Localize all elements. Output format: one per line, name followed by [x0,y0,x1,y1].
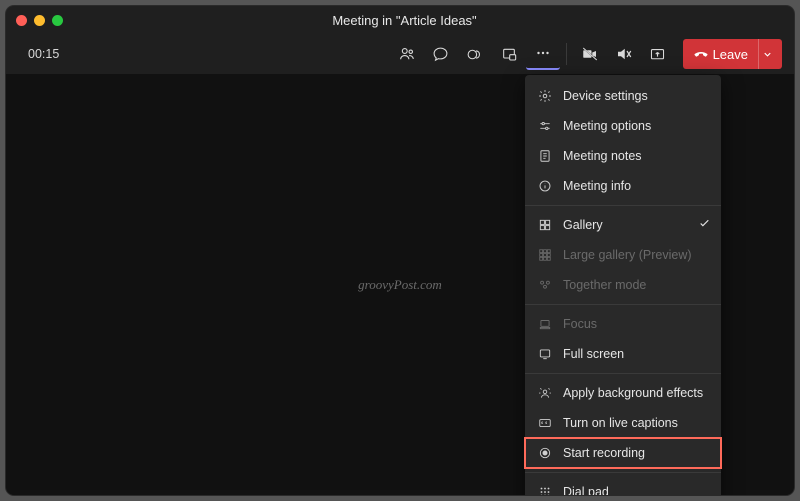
menu-separator [525,472,721,473]
reactions-button[interactable] [458,38,492,70]
ellipsis-icon [534,44,552,62]
mic-button[interactable] [607,38,641,70]
menu-large-gallery: Large gallery (Preview) [525,240,721,270]
record-icon [537,445,553,461]
meeting-timer: 00:15 [28,47,59,61]
menu-together-mode: Together mode [525,270,721,300]
watermark: groovyPost.com [358,277,442,293]
menu-label: Full screen [563,347,709,361]
menu-separator [525,373,721,374]
menu-start-recording[interactable]: Start recording [525,438,721,468]
menu-label: Meeting notes [563,149,709,163]
together-icon [537,277,553,293]
leave-label: Leave [713,47,748,62]
menu-label: Meeting info [563,179,709,193]
people-icon [398,45,416,63]
breakout-rooms-icon [501,46,517,62]
raise-hand-icon [466,46,483,63]
chat-button[interactable] [424,38,458,70]
window-title: Meeting in "Article Ideas" [25,13,784,28]
menu-label: Meeting options [563,119,709,133]
toolbar-divider [566,43,567,65]
info-icon [537,178,553,194]
menu-label: Start recording [563,446,709,460]
large-gallery-icon [537,247,553,263]
menu-full-screen[interactable]: Full screen [525,339,721,369]
menu-dial-pad[interactable]: Dial pad [525,477,721,495]
menu-label: Device settings [563,89,709,103]
fullscreen-icon [537,346,553,362]
menu-separator [525,205,721,206]
speaker-muted-icon [615,45,633,63]
menu-label: Gallery [563,218,709,232]
menu-live-captions[interactable]: Turn on live captions [525,408,721,438]
meeting-toolbar: 00:15 [6,34,794,74]
captions-icon [537,415,553,431]
gallery-icon [537,217,553,233]
menu-meeting-notes[interactable]: Meeting notes [525,141,721,171]
people-button[interactable] [390,38,424,70]
menu-meeting-options[interactable]: Meeting options [525,111,721,141]
check-icon [698,217,711,233]
leave-chevron[interactable] [758,39,776,69]
menu-label: Apply background effects [563,386,709,400]
menu-label: Together mode [563,278,709,292]
menu-device-settings[interactable]: Device settings [525,81,721,111]
menu-focus: Focus [525,309,721,339]
leave-button[interactable]: Leave [683,39,782,69]
camera-button[interactable] [573,38,607,70]
notes-icon [537,148,553,164]
focus-icon [537,316,553,332]
chat-icon [432,46,449,63]
camera-off-icon [581,45,599,63]
menu-meeting-info[interactable]: Meeting info [525,171,721,201]
share-button[interactable] [641,38,675,70]
sliders-icon [537,118,553,134]
share-screen-icon [649,46,666,63]
dialpad-icon [537,484,553,495]
titlebar: Meeting in "Article Ideas" [6,6,794,34]
menu-label: Dial pad [563,485,709,495]
app-window: Meeting in "Article Ideas" 00:15 [6,6,794,495]
background-effects-icon [537,385,553,401]
menu-separator [525,304,721,305]
menu-label: Large gallery (Preview) [563,248,709,262]
more-actions-button[interactable] [526,38,560,70]
rooms-button[interactable] [492,38,526,70]
hangup-icon [693,46,709,62]
menu-gallery[interactable]: Gallery [525,210,721,240]
menu-label: Turn on live captions [563,416,709,430]
menu-apply-background[interactable]: Apply background effects [525,378,721,408]
gear-icon [537,88,553,104]
more-actions-menu: Device settings Meeting options Meeting … [525,75,721,495]
menu-label: Focus [563,317,709,331]
